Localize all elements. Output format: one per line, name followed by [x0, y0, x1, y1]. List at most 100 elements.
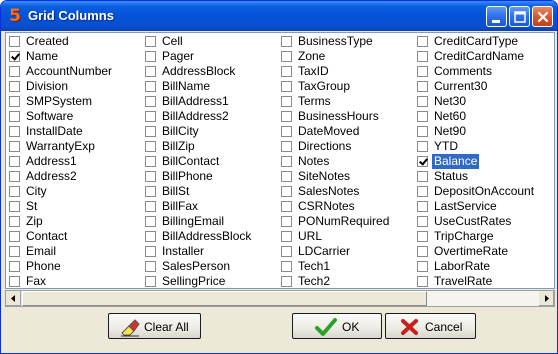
- column-checkbox[interactable]: [9, 51, 20, 62]
- scrollbar-thumb[interactable]: [22, 291, 427, 306]
- column-checkbox[interactable]: [417, 186, 428, 197]
- column-checkbox[interactable]: [281, 246, 292, 257]
- column-option[interactable]: BillFax: [143, 199, 277, 214]
- column-option[interactable]: LDCarrier: [279, 244, 413, 259]
- column-checkbox[interactable]: [9, 261, 20, 272]
- column-checkbox[interactable]: [417, 216, 428, 227]
- column-checkbox[interactable]: [9, 96, 20, 107]
- column-checkbox[interactable]: [9, 216, 20, 227]
- scroll-right-button[interactable]: [539, 291, 554, 306]
- column-option[interactable]: Installer: [143, 244, 277, 259]
- column-option[interactable]: BusinessType: [279, 34, 413, 49]
- column-checkbox[interactable]: [9, 246, 20, 257]
- column-checkbox[interactable]: [145, 141, 156, 152]
- column-checkbox[interactable]: [281, 36, 292, 47]
- column-option[interactable]: Software: [7, 109, 141, 124]
- column-checkbox[interactable]: [145, 261, 156, 272]
- column-checkbox[interactable]: [9, 66, 20, 77]
- column-option[interactable]: CreditCardType: [415, 34, 549, 49]
- column-option[interactable]: PONumRequired: [279, 214, 413, 229]
- column-option[interactable]: SiteNotes: [279, 169, 413, 184]
- column-checkbox[interactable]: [9, 156, 20, 167]
- column-option[interactable]: Address1: [7, 154, 141, 169]
- column-option[interactable]: Cell: [143, 34, 277, 49]
- column-checkbox[interactable]: [417, 231, 428, 242]
- column-checkbox[interactable]: [417, 276, 428, 287]
- column-checkbox[interactable]: [145, 276, 156, 287]
- column-option[interactable]: OvertimeRate: [415, 244, 549, 259]
- column-option[interactable]: BusinessHours: [279, 109, 413, 124]
- column-option[interactable]: City: [7, 184, 141, 199]
- column-option[interactable]: AccountNumber: [7, 64, 141, 79]
- column-option[interactable]: BillName: [143, 79, 277, 94]
- column-checkbox[interactable]: [281, 81, 292, 92]
- column-checkbox[interactable]: [417, 261, 428, 272]
- column-checkbox[interactable]: [9, 231, 20, 242]
- column-option[interactable]: Status: [415, 169, 549, 184]
- column-checkbox[interactable]: [417, 111, 428, 122]
- maximize-button[interactable]: [509, 6, 530, 27]
- column-checkbox[interactable]: [281, 96, 292, 107]
- column-option[interactable]: Address2: [7, 169, 141, 184]
- column-checkbox[interactable]: [417, 96, 428, 107]
- column-option[interactable]: Notes: [279, 154, 413, 169]
- column-option[interactable]: BillAddress2: [143, 109, 277, 124]
- column-checklist[interactable]: Created Name AccountNumber Division SMPSyste…: [5, 32, 555, 289]
- column-option[interactable]: Directions: [279, 139, 413, 154]
- column-option[interactable]: Email: [7, 244, 141, 259]
- column-checkbox[interactable]: [417, 246, 428, 257]
- clear-all-button[interactable]: Clear All: [108, 313, 201, 339]
- column-checkbox[interactable]: [417, 171, 428, 182]
- column-option[interactable]: CSRNotes: [279, 199, 413, 214]
- column-checkbox[interactable]: [145, 111, 156, 122]
- column-checkbox[interactable]: [145, 171, 156, 182]
- column-checkbox[interactable]: [417, 36, 428, 47]
- minimize-button[interactable]: [486, 6, 507, 27]
- column-option[interactable]: TaxID: [279, 64, 413, 79]
- column-checkbox[interactable]: [417, 141, 428, 152]
- column-checkbox[interactable]: [145, 96, 156, 107]
- column-option[interactable]: WarrantyExp: [7, 139, 141, 154]
- column-option[interactable]: Net30: [415, 94, 549, 109]
- column-checkbox[interactable]: [9, 201, 20, 212]
- column-checkbox[interactable]: [281, 276, 292, 287]
- column-checkbox[interactable]: [417, 66, 428, 77]
- column-option[interactable]: BillSt: [143, 184, 277, 199]
- scroll-left-button[interactable]: [6, 291, 21, 306]
- column-checkbox[interactable]: [281, 126, 292, 137]
- column-option[interactable]: Terms: [279, 94, 413, 109]
- column-checkbox[interactable]: [145, 216, 156, 227]
- column-option[interactable]: DepositOnAccount: [415, 184, 549, 199]
- column-option[interactable]: Net90: [415, 124, 549, 139]
- column-option[interactable]: SalesNotes: [279, 184, 413, 199]
- column-option[interactable]: Name: [7, 49, 141, 64]
- column-option[interactable]: Current30: [415, 79, 549, 94]
- column-option[interactable]: BillAddressBlock: [143, 229, 277, 244]
- scrollbar-track[interactable]: [427, 291, 539, 306]
- column-checkbox[interactable]: [145, 231, 156, 242]
- column-checkbox[interactable]: [281, 201, 292, 212]
- column-checkbox[interactable]: [145, 126, 156, 137]
- column-option[interactable]: Tech1: [279, 259, 413, 274]
- column-option[interactable]: BillPhone: [143, 169, 277, 184]
- column-checkbox[interactable]: [281, 231, 292, 242]
- column-checkbox[interactable]: [9, 81, 20, 92]
- column-checkbox[interactable]: [281, 171, 292, 182]
- column-checkbox[interactable]: [281, 51, 292, 62]
- column-checkbox[interactable]: [9, 276, 20, 287]
- column-checkbox[interactable]: [145, 246, 156, 257]
- column-checkbox[interactable]: [145, 186, 156, 197]
- column-option[interactable]: Division: [7, 79, 141, 94]
- column-option[interactable]: SMPSystem: [7, 94, 141, 109]
- column-option[interactable]: BillContact: [143, 154, 277, 169]
- column-option[interactable]: Net60: [415, 109, 549, 124]
- column-option[interactable]: InstallDate: [7, 124, 141, 139]
- column-option[interactable]: Balance: [415, 154, 549, 169]
- column-checkbox[interactable]: [281, 111, 292, 122]
- column-option[interactable]: UseCustRates: [415, 214, 549, 229]
- column-option[interactable]: SellingPrice: [143, 274, 277, 289]
- column-checkbox[interactable]: [281, 141, 292, 152]
- column-option[interactable]: Tech2: [279, 274, 413, 289]
- ok-button[interactable]: OK: [292, 313, 382, 339]
- column-checkbox[interactable]: [281, 66, 292, 77]
